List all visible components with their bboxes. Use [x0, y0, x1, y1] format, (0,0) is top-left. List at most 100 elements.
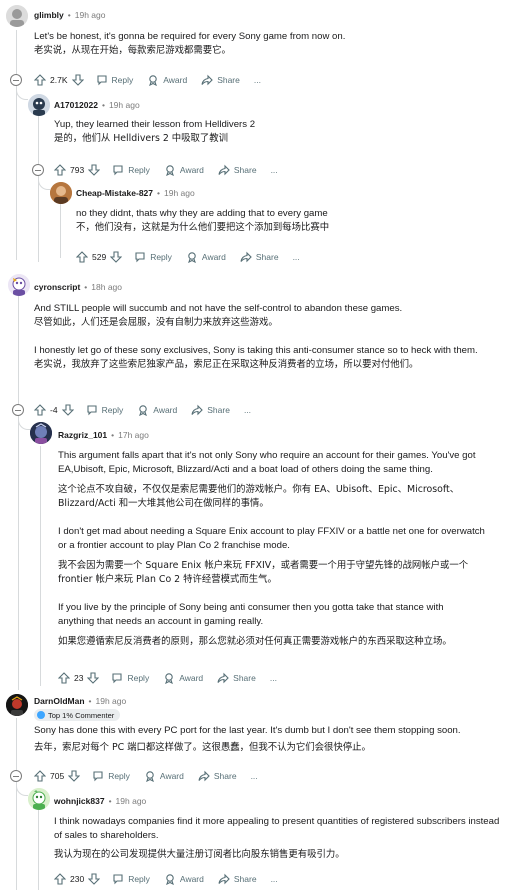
reply-button[interactable]: Reply: [134, 251, 172, 263]
timestamp[interactable]: 18h ago: [91, 282, 122, 292]
share-label: Share: [255, 252, 279, 262]
comment-body: And STILL people will succumb and not ha…: [34, 302, 478, 372]
timestamp[interactable]: 19h ago: [164, 188, 195, 198]
timestamp[interactable]: 19h ago: [116, 796, 147, 806]
more-options-button[interactable]: ...: [244, 405, 251, 415]
collapse-thread-button[interactable]: [12, 404, 24, 416]
share-button[interactable]: Share: [218, 164, 257, 176]
speech-bubble-icon: [113, 165, 123, 176]
vote-controls: 793: [54, 164, 101, 176]
collapse-thread-button[interactable]: [32, 164, 44, 176]
upvote-arrow-icon[interactable]: [34, 770, 46, 782]
upvote-arrow-icon[interactable]: [54, 873, 66, 885]
upvote-arrow-icon[interactable]: [34, 404, 46, 416]
username[interactable]: glimbly: [34, 10, 64, 20]
downvote-arrow-icon[interactable]: [88, 164, 101, 176]
timestamp[interactable]: 19h ago: [75, 10, 106, 20]
avatar[interactable]: [28, 94, 50, 116]
share-label: Share: [207, 405, 230, 415]
share-button[interactable]: Share: [191, 404, 230, 416]
more-options-label: ...: [243, 405, 252, 415]
reply-button[interactable]: Reply: [112, 873, 150, 885]
avatar[interactable]: [6, 5, 28, 27]
avatar[interactable]: [50, 182, 72, 204]
share-arrow-icon: [217, 672, 229, 684]
award-ribbon-icon: [166, 165, 174, 176]
vote-controls: 529: [76, 251, 123, 263]
username[interactable]: A17012022: [54, 100, 98, 110]
timestamp[interactable]: 19h ago: [96, 696, 127, 706]
username[interactable]: Razgriz_101: [58, 430, 107, 440]
share-button[interactable]: Share: [198, 770, 237, 782]
comment-text: I honestly let go of these sony exclusiv…: [34, 345, 478, 356]
upvote-arrow-icon[interactable]: [34, 74, 46, 86]
award-ribbon-icon: [149, 75, 158, 86]
comment-translation: frontier 帐户来玩 Plan Co 2 特许经营模式而生气。: [58, 574, 277, 585]
reply-button[interactable]: Reply: [86, 404, 123, 416]
downvote-arrow-icon[interactable]: [110, 251, 123, 263]
username[interactable]: cyronscript: [34, 282, 80, 292]
upvote-arrow-icon[interactable]: [58, 672, 70, 684]
upvote-arrow-icon[interactable]: [76, 251, 88, 263]
more-options-button[interactable]: ...: [293, 252, 300, 262]
downvote-arrow-icon[interactable]: [71, 74, 84, 86]
username[interactable]: DarnOldMan: [34, 696, 85, 706]
more-options-button[interactable]: ...: [254, 75, 261, 85]
avatar[interactable]: [30, 422, 52, 444]
more-options-button[interactable]: ...: [271, 874, 278, 884]
comment-translation: Blizzard/Acti 和一大堆其他公司在做同样的事情。: [58, 498, 269, 509]
share-label: Share: [217, 75, 240, 85]
downvote-arrow-icon[interactable]: [87, 672, 100, 684]
thread-branch: [18, 416, 30, 430]
avatar[interactable]: [6, 694, 28, 716]
comment-text: And STILL people will succumb and not ha…: [34, 303, 403, 314]
vote-count: 230: [70, 874, 85, 884]
award-button[interactable]: Award: [137, 404, 177, 416]
comment-translation: 不，他们没有，这就是为什么他们要把这个添加到每场比赛中: [76, 222, 330, 233]
collapse-thread-button[interactable]: [10, 770, 22, 782]
reply-button[interactable]: Reply: [111, 672, 149, 684]
downvote-arrow-icon[interactable]: [88, 873, 101, 885]
downvote-arrow-icon[interactable]: [61, 404, 74, 416]
more-options-button[interactable]: ...: [251, 771, 258, 781]
reply-label: Reply: [111, 75, 134, 85]
separator-dot: •: [84, 282, 88, 292]
award-button[interactable]: Award: [163, 672, 203, 684]
username[interactable]: wohnjick837: [54, 796, 105, 806]
reply-button[interactable]: Reply: [92, 770, 130, 782]
more-options-button[interactable]: ...: [270, 673, 277, 683]
downvote-arrow-icon[interactable]: [68, 770, 81, 782]
separator-dot: •: [101, 100, 105, 110]
award-button[interactable]: Award: [164, 164, 204, 176]
timestamp[interactable]: 19h ago: [109, 100, 140, 110]
separator-dot: •: [108, 796, 112, 806]
comment-text: anything that needs an account in gaming…: [58, 616, 264, 627]
more-options-label: ...: [292, 252, 300, 262]
award-button[interactable]: Award: [186, 251, 226, 263]
comment-text: Let's be honest, it's gonna be required …: [34, 31, 346, 42]
upvote-arrow-icon[interactable]: [54, 164, 66, 176]
share-button[interactable]: Share: [217, 672, 256, 684]
username[interactable]: Cheap-Mistake-827: [76, 188, 153, 198]
avatar[interactable]: [8, 274, 30, 296]
award-button[interactable]: Award: [164, 873, 204, 885]
reply-button[interactable]: Reply: [96, 74, 134, 86]
top-commenter-badge[interactable]: Top 1% Commenter: [34, 709, 121, 721]
share-arrow-icon: [218, 164, 230, 176]
share-button[interactable]: Share: [240, 251, 279, 263]
comment-translation: 我认为现在的公司发现提供大量注册订阅者比向股东销售更有吸引力。: [54, 849, 345, 860]
share-arrow-icon: [198, 770, 210, 782]
avatar[interactable]: [28, 788, 50, 810]
vote-count: 23: [74, 673, 84, 683]
share-button[interactable]: Share: [201, 74, 240, 86]
reply-button[interactable]: Reply: [112, 164, 150, 176]
collapse-thread-button[interactable]: [10, 74, 22, 86]
vote-controls: 23: [58, 672, 100, 684]
more-options-button[interactable]: ...: [271, 165, 278, 175]
timestamp[interactable]: 17h ago: [118, 430, 149, 440]
award-button[interactable]: Award: [144, 770, 184, 782]
badge-star-icon: [37, 711, 45, 719]
share-button[interactable]: Share: [218, 873, 257, 885]
award-button[interactable]: Award: [147, 74, 187, 86]
